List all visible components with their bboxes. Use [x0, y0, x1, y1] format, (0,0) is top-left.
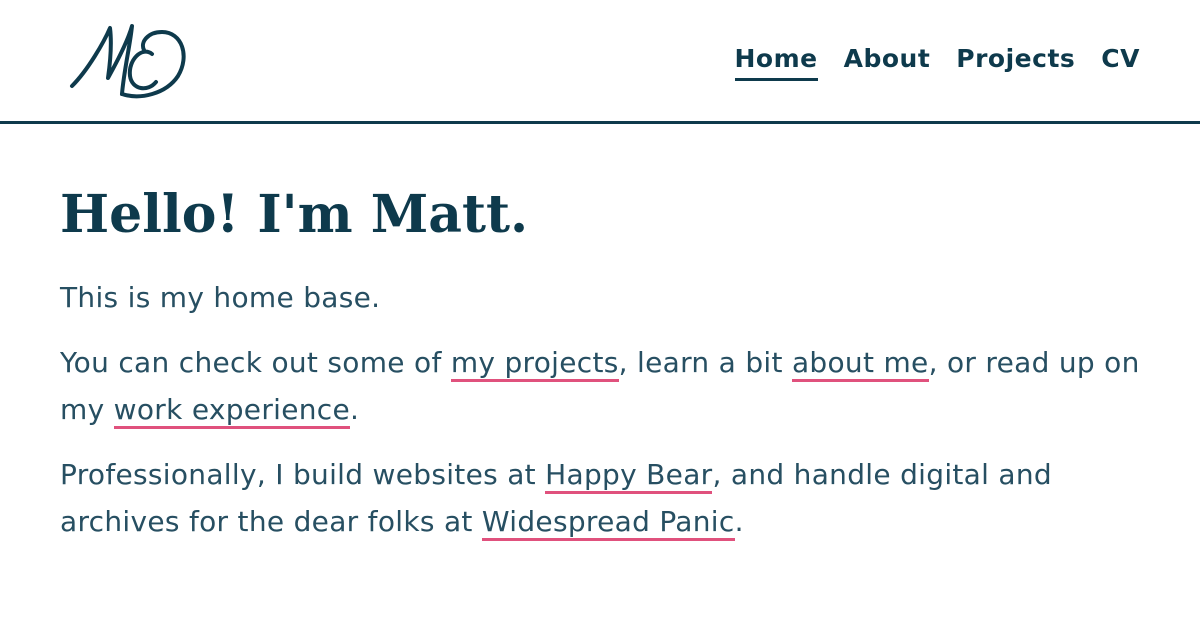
- professional-paragraph: Professionally, I build websites at Happ…: [60, 451, 1150, 545]
- happy-bear-link[interactable]: Happy Bear: [545, 458, 713, 494]
- mc-signature-icon: MC: [70, 24, 186, 99]
- work-experience-link[interactable]: work experience: [113, 393, 351, 429]
- nav-home-link[interactable]: Home: [734, 42, 818, 81]
- intro-paragraph: This is my home base.: [60, 281, 381, 314]
- paragraph-text: .: [734, 505, 744, 538]
- page-heading: Hello! I'm Matt.: [60, 184, 529, 245]
- paragraph-text: Professionally, I build websites at: [60, 458, 546, 491]
- links-paragraph: You can check out some of my projects, l…: [60, 339, 1150, 433]
- my-projects-link[interactable]: my projects: [450, 346, 619, 382]
- nav-cv-link[interactable]: CV: [1101, 42, 1140, 78]
- widespread-panic-link[interactable]: Widespread Panic: [481, 505, 735, 541]
- nav-projects-link[interactable]: Projects: [956, 42, 1075, 78]
- nav-about-link[interactable]: About: [844, 42, 931, 78]
- site-header: MC Home About Projects CV: [0, 0, 1200, 124]
- paragraph-text: You can check out some of: [60, 346, 451, 379]
- main-nav: Home About Projects CV: [734, 42, 1141, 81]
- paragraph-text: .: [350, 393, 360, 426]
- site-logo[interactable]: MC: [66, 20, 190, 104]
- main-content: Hello! I'm Matt. This is my home base. Y…: [60, 180, 1150, 563]
- about-me-link[interactable]: about me: [791, 346, 929, 382]
- paragraph-text: , learn a bit: [618, 346, 792, 379]
